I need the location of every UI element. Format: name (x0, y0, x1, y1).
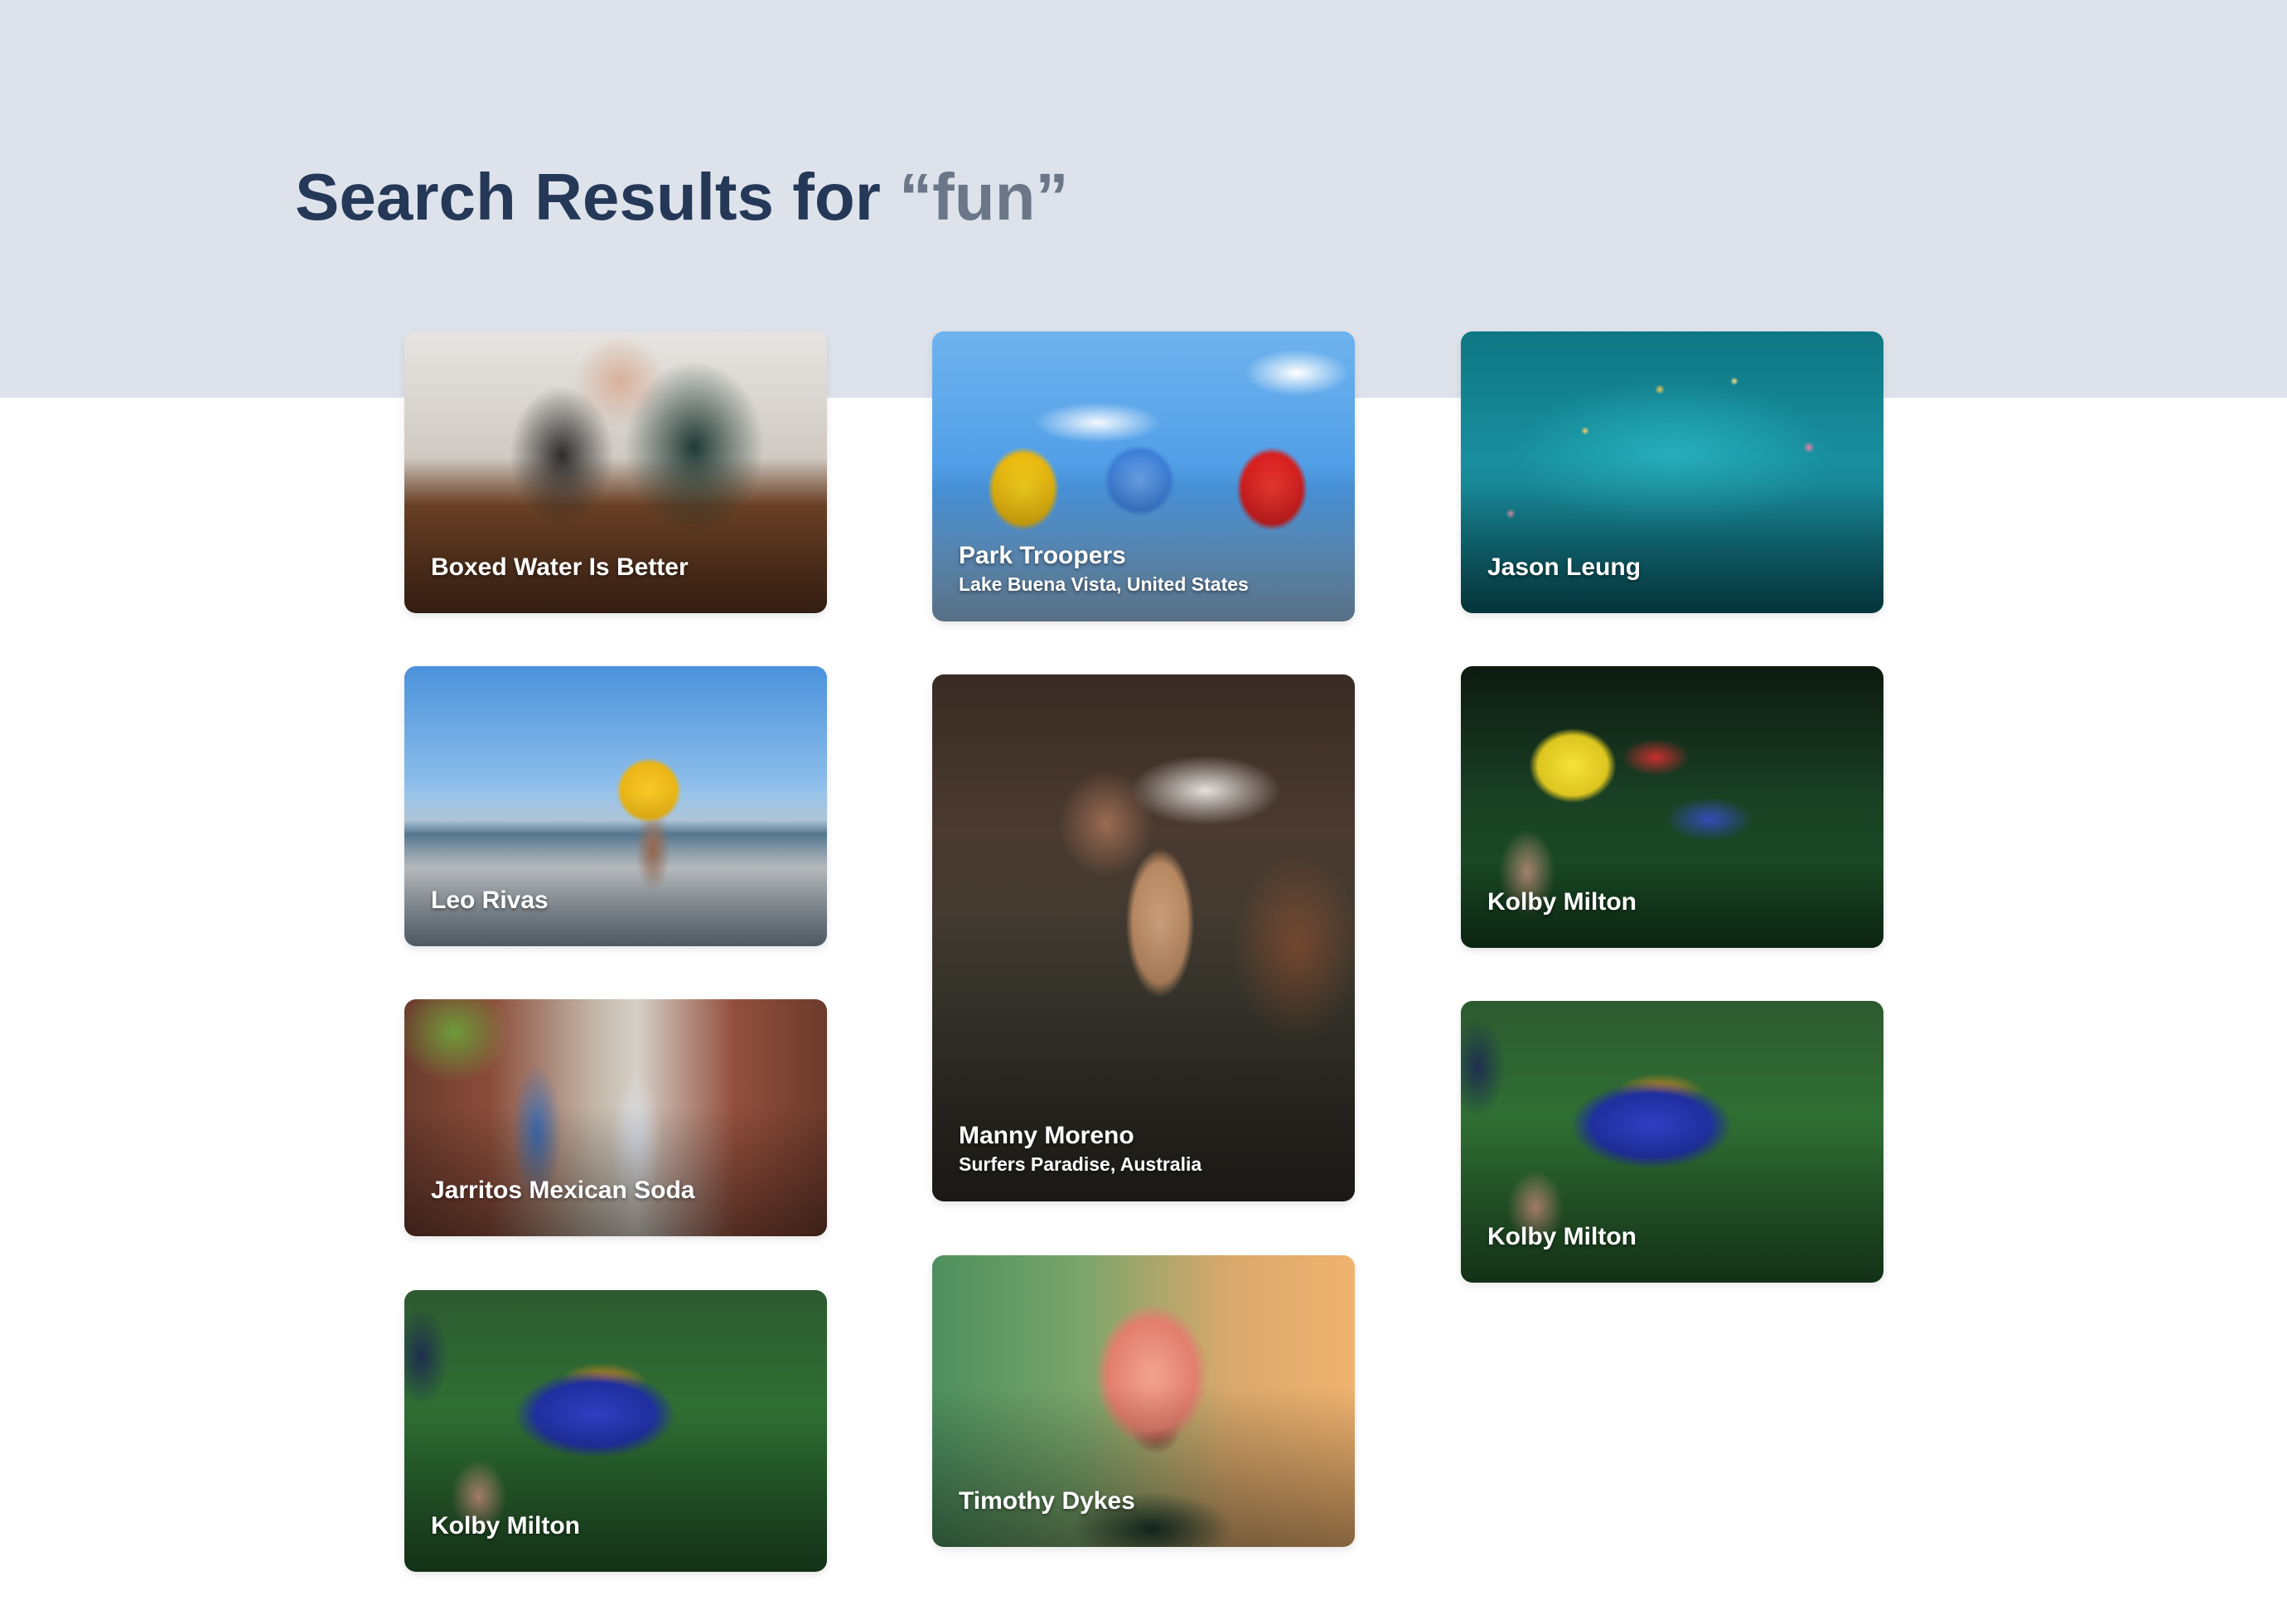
page-title-prefix: Search Results for (295, 160, 900, 234)
result-card-leo-rivas[interactable]: Leo Rivas (404, 666, 827, 946)
result-title: Timothy Dykes (959, 1487, 1135, 1515)
result-title: Manny Moreno (959, 1122, 1134, 1149)
result-title: Kolby Milton (1487, 1223, 1637, 1250)
result-card-kolby-milton-3[interactable]: Kolby Milton (404, 1290, 827, 1572)
result-card-kolby-milton-2[interactable]: Kolby Milton (1461, 1001, 1883, 1283)
result-title: Jason Leung (1487, 553, 1642, 581)
result-card-boxed-water[interactable]: Boxed Water Is Better (404, 331, 827, 613)
result-title: Jarritos Mexican Soda (431, 1177, 695, 1204)
result-card-jarritos[interactable]: Jarritos Mexican Soda (404, 999, 827, 1236)
result-title: Kolby Milton (1487, 888, 1637, 916)
result-card-park-troopers[interactable]: Park Troopers Lake Buena Vista, United S… (932, 331, 1355, 621)
result-title: Boxed Water Is Better (431, 553, 689, 581)
result-title: Kolby Milton (431, 1512, 580, 1539)
result-title: Park Troopers (959, 542, 1126, 569)
result-card-jason-leung[interactable]: Jason Leung (1461, 331, 1883, 613)
result-card-timothy-dykes[interactable]: Timothy Dykes (932, 1255, 1355, 1547)
result-card-manny-moreno[interactable]: Manny Moreno Surfers Paradise, Australia (932, 674, 1355, 1201)
result-location: Lake Buena Vista, United States (959, 573, 1249, 595)
result-location: Surfers Paradise, Australia (959, 1153, 1202, 1175)
page-title: Search Results for “fun” (295, 156, 1069, 239)
result-card-kolby-milton-1[interactable]: Kolby Milton (1461, 666, 1883, 948)
result-title: Leo Rivas (431, 887, 549, 914)
search-query: “fun” (899, 160, 1069, 234)
